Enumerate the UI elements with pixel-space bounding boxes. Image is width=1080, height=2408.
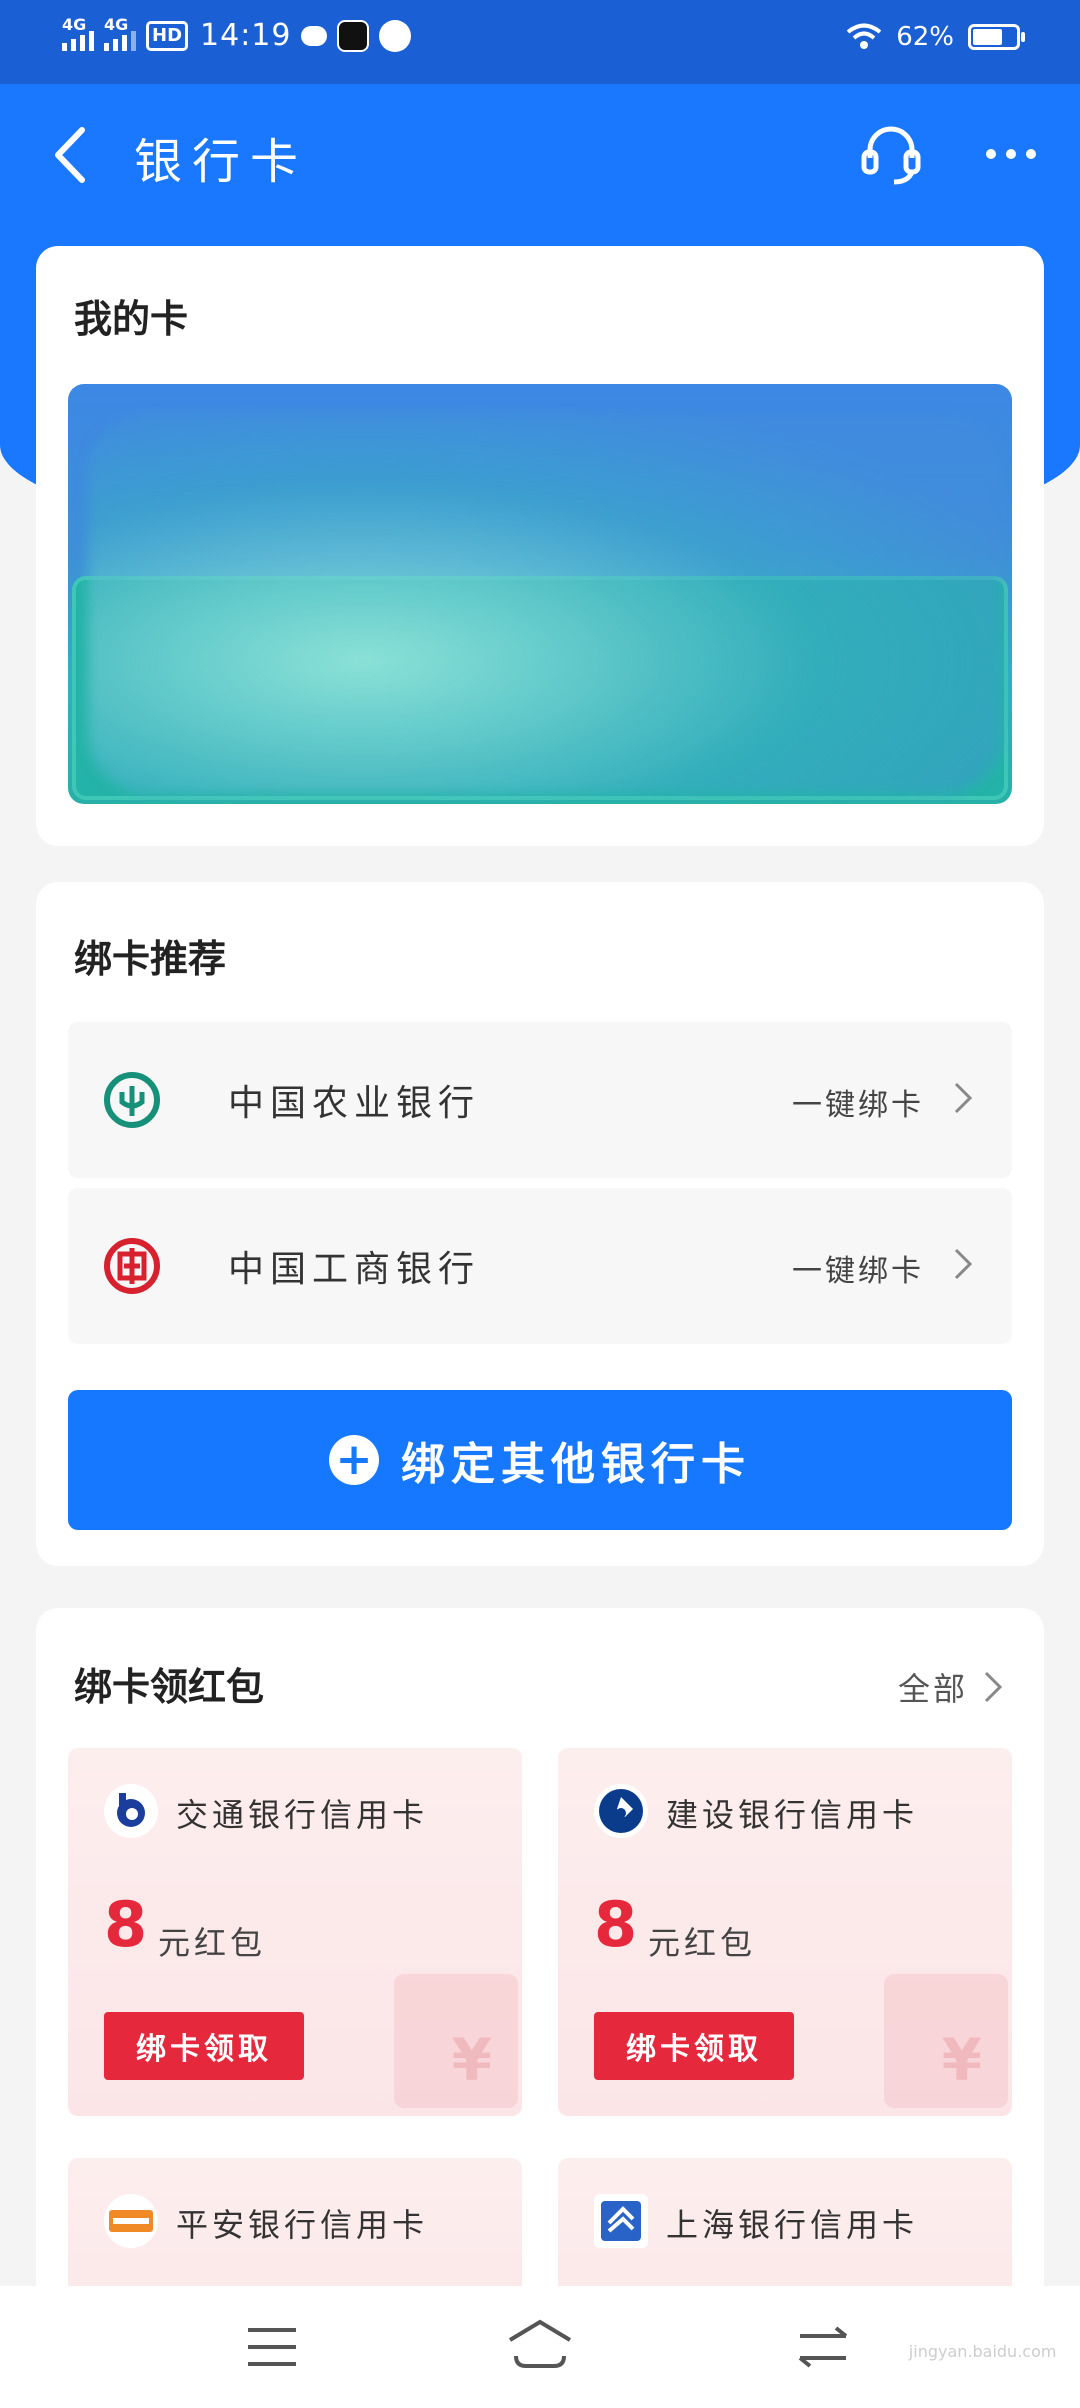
view-all-link[interactable]: 全部 xyxy=(898,1664,1004,1710)
one-click-bind-label: 一键绑卡 xyxy=(792,1254,924,1289)
abc-bank-logo-icon xyxy=(104,1072,160,1128)
my-cards-title: 我的卡 xyxy=(74,297,189,341)
red-packet-card-ccb[interactable]: 建设银行信用卡 8 元红包 绑卡领取 ¥ xyxy=(558,1748,1012,2116)
cellular-signal-icon: 4G xyxy=(62,15,94,51)
capcut-app-icon xyxy=(337,19,370,52)
home-icon[interactable] xyxy=(504,2316,576,2372)
recommend-bank-abc[interactable]: 中国农业银行 一键绑卡 xyxy=(68,1022,1012,1178)
blurred-card-info xyxy=(88,414,1002,794)
red-envelope-decoration-icon: ¥ xyxy=(394,1974,518,2108)
cellular-signal-icon-2: 4G xyxy=(104,15,136,51)
recommend-bank-icbc[interactable]: 中国工商银行 一键绑卡 xyxy=(68,1188,1012,1344)
red-packet-amount: 8 xyxy=(594,1888,638,1961)
wifi-icon xyxy=(846,23,882,49)
bind-other-card-label: 绑定其他银行卡 xyxy=(401,1439,751,1490)
chevron-right-icon xyxy=(984,1671,1003,1703)
bank-name: 中国工商银行 xyxy=(228,1249,481,1290)
claim-button[interactable]: 绑卡领取 xyxy=(594,2012,794,2080)
one-click-bind-label: 一键绑卡 xyxy=(792,1088,924,1123)
chevron-right-icon xyxy=(954,1248,973,1280)
status-time: 14:19 xyxy=(200,18,292,53)
red-packet-amount: 8 xyxy=(104,1888,148,1961)
bosc-logo-icon xyxy=(594,2194,648,2248)
more-options-icon[interactable] xyxy=(985,144,1037,164)
video-app-icon xyxy=(379,19,412,52)
plus-icon: + xyxy=(329,1435,379,1485)
notification-app-icon xyxy=(301,25,328,46)
status-bar: 4G 4G HD 14:19 62% xyxy=(0,0,1080,84)
card-name: 建设银行信用卡 xyxy=(666,1796,919,1834)
view-all-label: 全部 xyxy=(897,1670,968,1708)
bind-other-card-button[interactable]: + 绑定其他银行卡 xyxy=(68,1390,1012,1530)
red-packet-title: 绑卡领红包 xyxy=(74,1665,265,1709)
back-nav-icon[interactable] xyxy=(796,2324,852,2370)
page-title: 银行卡 xyxy=(134,134,309,190)
card-name: 平安银行信用卡 xyxy=(176,2206,429,2244)
customer-service-icon[interactable] xyxy=(858,120,924,186)
bind-recommend-section: 绑卡推荐 中国农业银行 一键绑卡 中国工商银行 一键绑卡 + 绑定其他银行卡 xyxy=(36,882,1044,1566)
my-cards-section: 我的卡 xyxy=(36,246,1044,846)
red-envelope-decoration-icon: ¥ xyxy=(884,1974,1008,2108)
battery-percent: 62% xyxy=(896,22,954,52)
bank-name: 中国农业银行 xyxy=(228,1083,481,1124)
red-packet-unit: 元红包 xyxy=(648,1924,757,1962)
claim-button[interactable]: 绑卡领取 xyxy=(104,2012,304,2080)
pingan-logo-icon xyxy=(104,2194,158,2248)
baidu-jingyan-watermark: Bai经验 jingyan.baidu.com xyxy=(908,2298,1060,2361)
back-arrow-icon[interactable] xyxy=(44,120,94,190)
battery-icon xyxy=(968,24,1025,50)
nav-bar: 银行卡 xyxy=(0,84,1080,224)
menu-icon[interactable] xyxy=(244,2324,300,2370)
red-packet-card-bocom[interactable]: 交通银行信用卡 8 元红包 绑卡领取 ¥ xyxy=(68,1748,522,2116)
bocom-logo-icon xyxy=(104,1784,158,1838)
card-name: 交通银行信用卡 xyxy=(176,1796,429,1834)
card-name: 上海银行信用卡 xyxy=(666,2206,919,2244)
ccb-logo-icon xyxy=(594,1784,648,1838)
chevron-right-icon xyxy=(954,1082,973,1114)
hd-voice-badge: HD xyxy=(146,20,189,51)
icbc-bank-logo-icon xyxy=(104,1238,160,1294)
recommend-title: 绑卡推荐 xyxy=(74,937,227,981)
bank-card-item[interactable] xyxy=(68,384,1012,804)
red-packet-unit: 元红包 xyxy=(158,1924,267,1962)
